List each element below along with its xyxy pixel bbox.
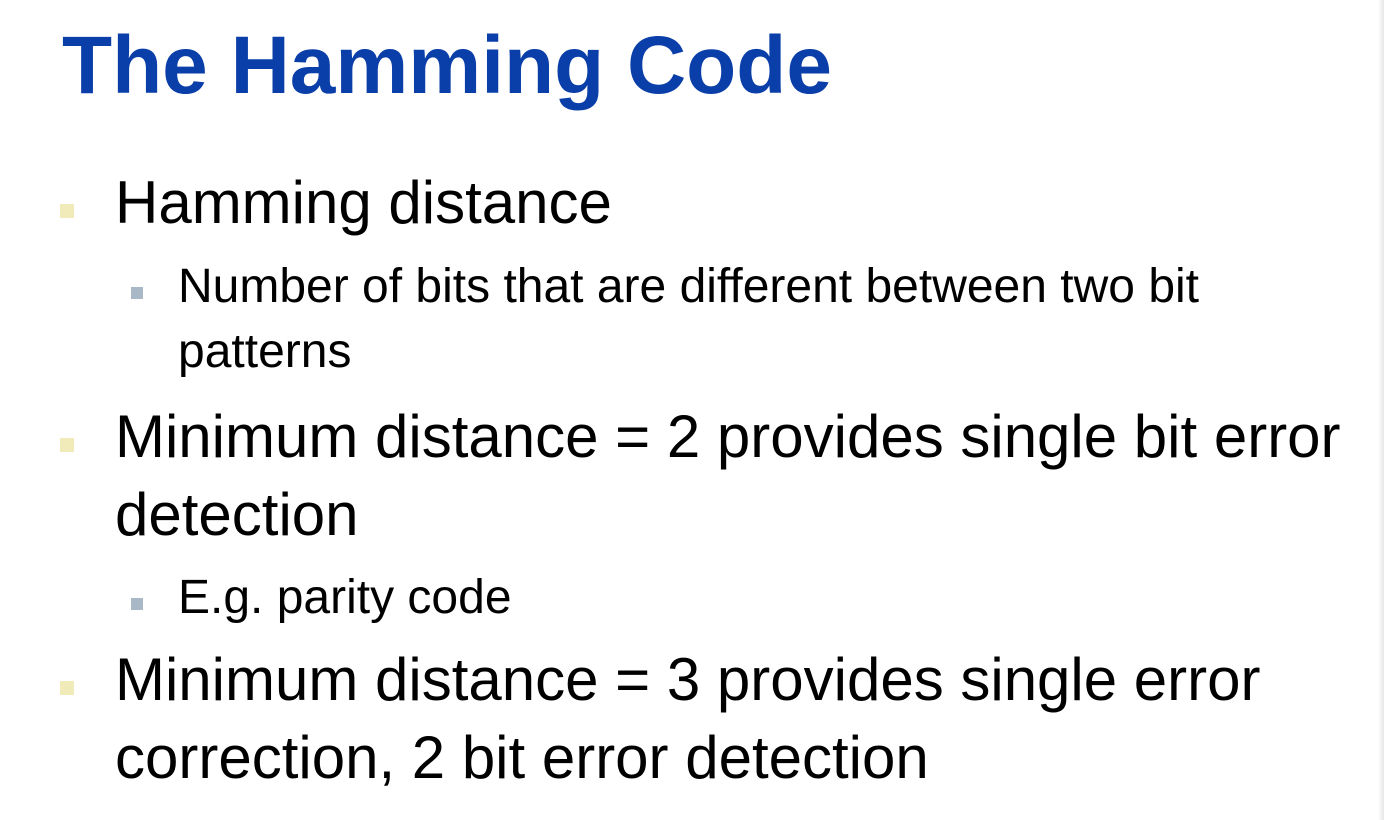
- slide: The Hamming Code Hamming distance Number…: [0, 0, 1384, 820]
- sub-bullet-text: E.g. parity code: [178, 571, 512, 624]
- slide-title: The Hamming Code: [62, 20, 832, 111]
- slide-edge-shadow: [1378, 0, 1384, 820]
- sub-bullet-text: Number of bits that are different betwee…: [178, 260, 1200, 378]
- sub-bullet-parity-code: E.g. parity code: [131, 565, 1338, 630]
- bullet-text: Minimum distance = 2 provides single bit…: [115, 403, 1341, 548]
- bullet-hamming-distance: Hamming distance: [60, 164, 1345, 242]
- square-bullet-icon: [60, 204, 74, 218]
- bullet-text: Hamming distance: [115, 169, 612, 236]
- bullet-text: Minimum distance = 3 provides single err…: [115, 646, 1261, 791]
- square-sub-bullet-icon: [131, 287, 143, 299]
- bullet-min-distance-3: Minimum distance = 3 provides single err…: [60, 641, 1345, 797]
- square-bullet-icon: [60, 681, 74, 695]
- square-sub-bullet-icon: [131, 598, 143, 610]
- sub-bullet-bits-definition: Number of bits that are different betwee…: [131, 254, 1338, 384]
- bullet-min-distance-2: Minimum distance = 2 provides single bit…: [60, 398, 1345, 554]
- square-bullet-icon: [60, 438, 74, 452]
